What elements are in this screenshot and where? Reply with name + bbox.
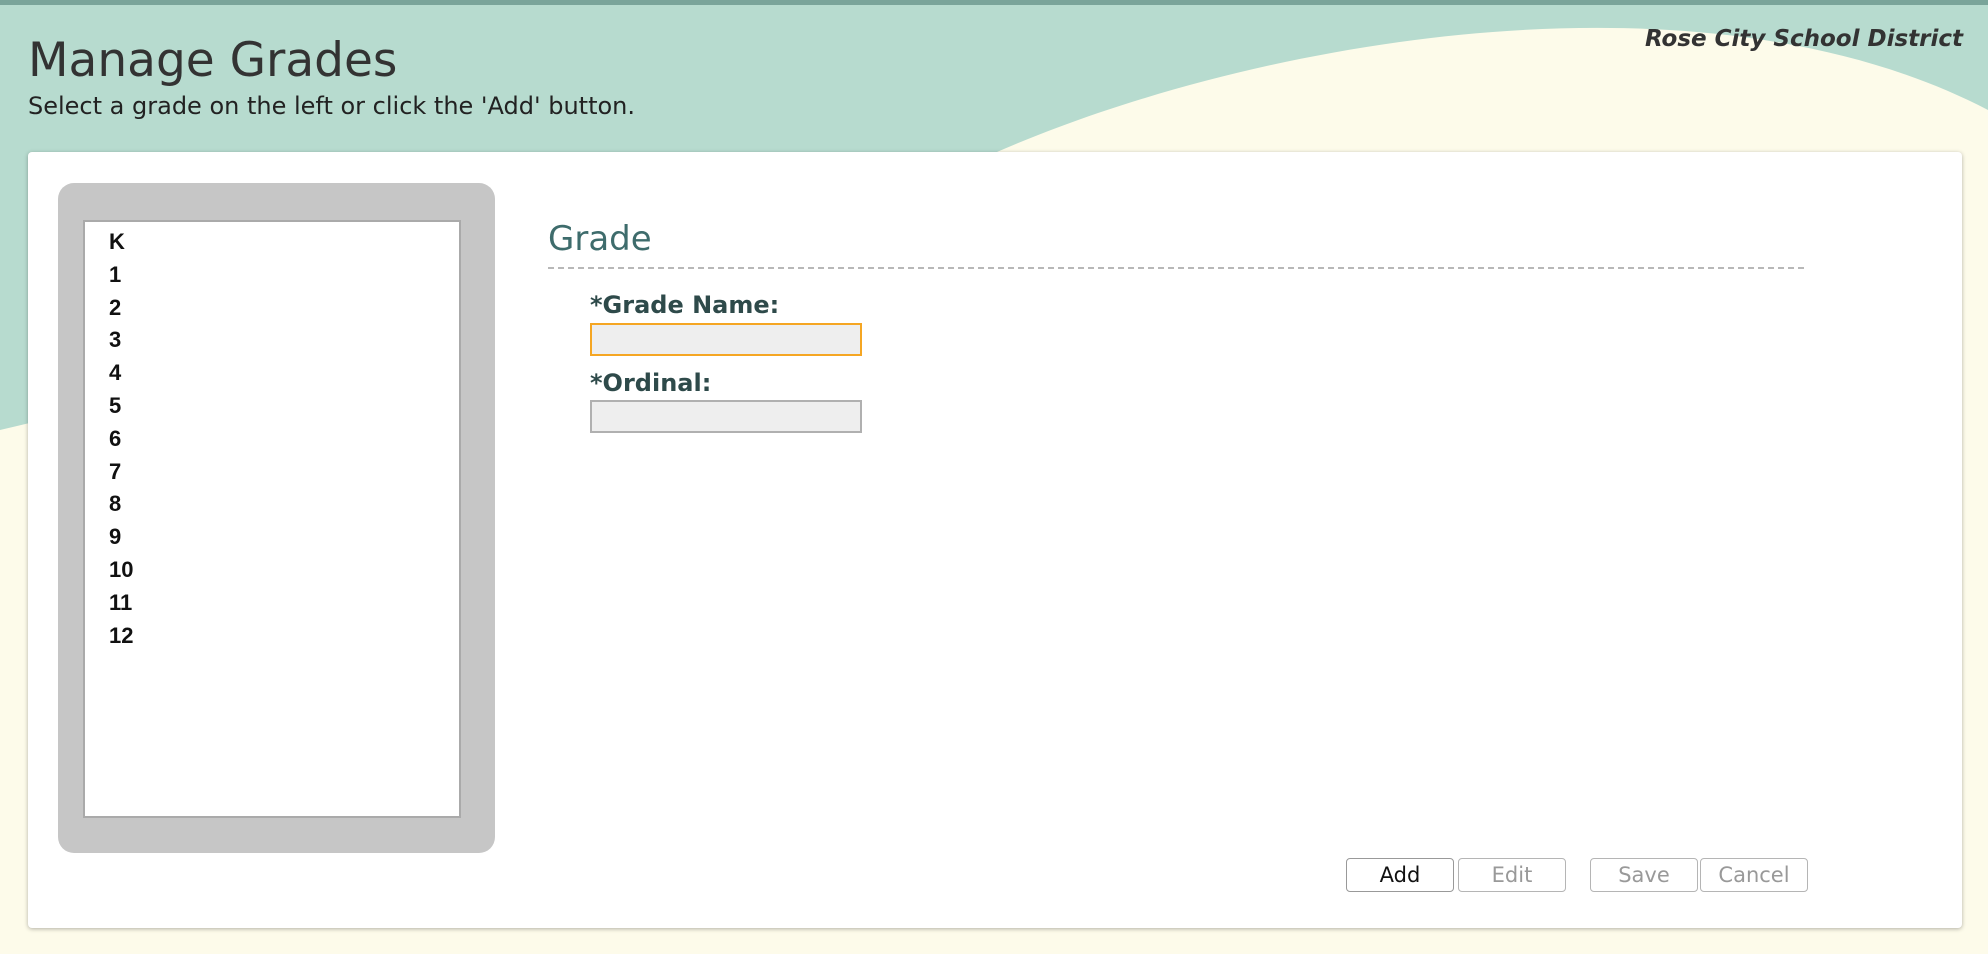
section-divider bbox=[548, 267, 1804, 269]
grade-list-item[interactable]: 12 bbox=[85, 620, 459, 653]
grade-list-item[interactable]: 7 bbox=[85, 456, 459, 489]
grade-list-item[interactable]: 5 bbox=[85, 390, 459, 423]
save-button[interactable]: Save bbox=[1590, 858, 1698, 892]
grade-list-item[interactable]: 1 bbox=[85, 259, 459, 292]
grade-list-item[interactable]: 8 bbox=[85, 488, 459, 521]
ordinal-input[interactable] bbox=[590, 400, 862, 433]
edit-button[interactable]: Edit bbox=[1458, 858, 1566, 892]
grade-form: Grade *Grade Name: *Ordinal: bbox=[548, 215, 1804, 433]
grade-list-item[interactable]: 9 bbox=[85, 521, 459, 554]
page-title: Manage Grades bbox=[28, 33, 398, 88]
main-panel: K 1 2 3 4 5 6 7 8 9 10 11 12 Grade *Grade Name: *Ord… bbox=[28, 152, 1962, 928]
ordinal-label: *Ordinal: bbox=[590, 369, 712, 397]
grade-list-frame: K 1 2 3 4 5 6 7 8 9 10 11 12 bbox=[58, 183, 495, 853]
grade-list-item[interactable]: 3 bbox=[85, 324, 459, 357]
grade-list-item[interactable]: 11 bbox=[85, 587, 459, 620]
grade-list[interactable]: K 1 2 3 4 5 6 7 8 9 10 11 12 bbox=[83, 220, 461, 818]
grade-list-item[interactable]: 2 bbox=[85, 292, 459, 325]
page-subtitle: Select a grade on the left or click the … bbox=[28, 92, 636, 120]
grade-name-input[interactable] bbox=[590, 323, 862, 356]
grade-list-item[interactable]: K bbox=[85, 226, 459, 259]
grade-list-item[interactable]: 4 bbox=[85, 357, 459, 390]
district-name: Rose City School District bbox=[1644, 26, 1963, 52]
section-title: Grade bbox=[548, 219, 652, 259]
add-button[interactable]: Add bbox=[1346, 858, 1454, 892]
grade-name-label: *Grade Name: bbox=[590, 291, 780, 319]
grade-list-item[interactable]: 10 bbox=[85, 554, 459, 587]
grade-list-item[interactable]: 6 bbox=[85, 423, 459, 456]
cancel-button[interactable]: Cancel bbox=[1700, 858, 1808, 892]
